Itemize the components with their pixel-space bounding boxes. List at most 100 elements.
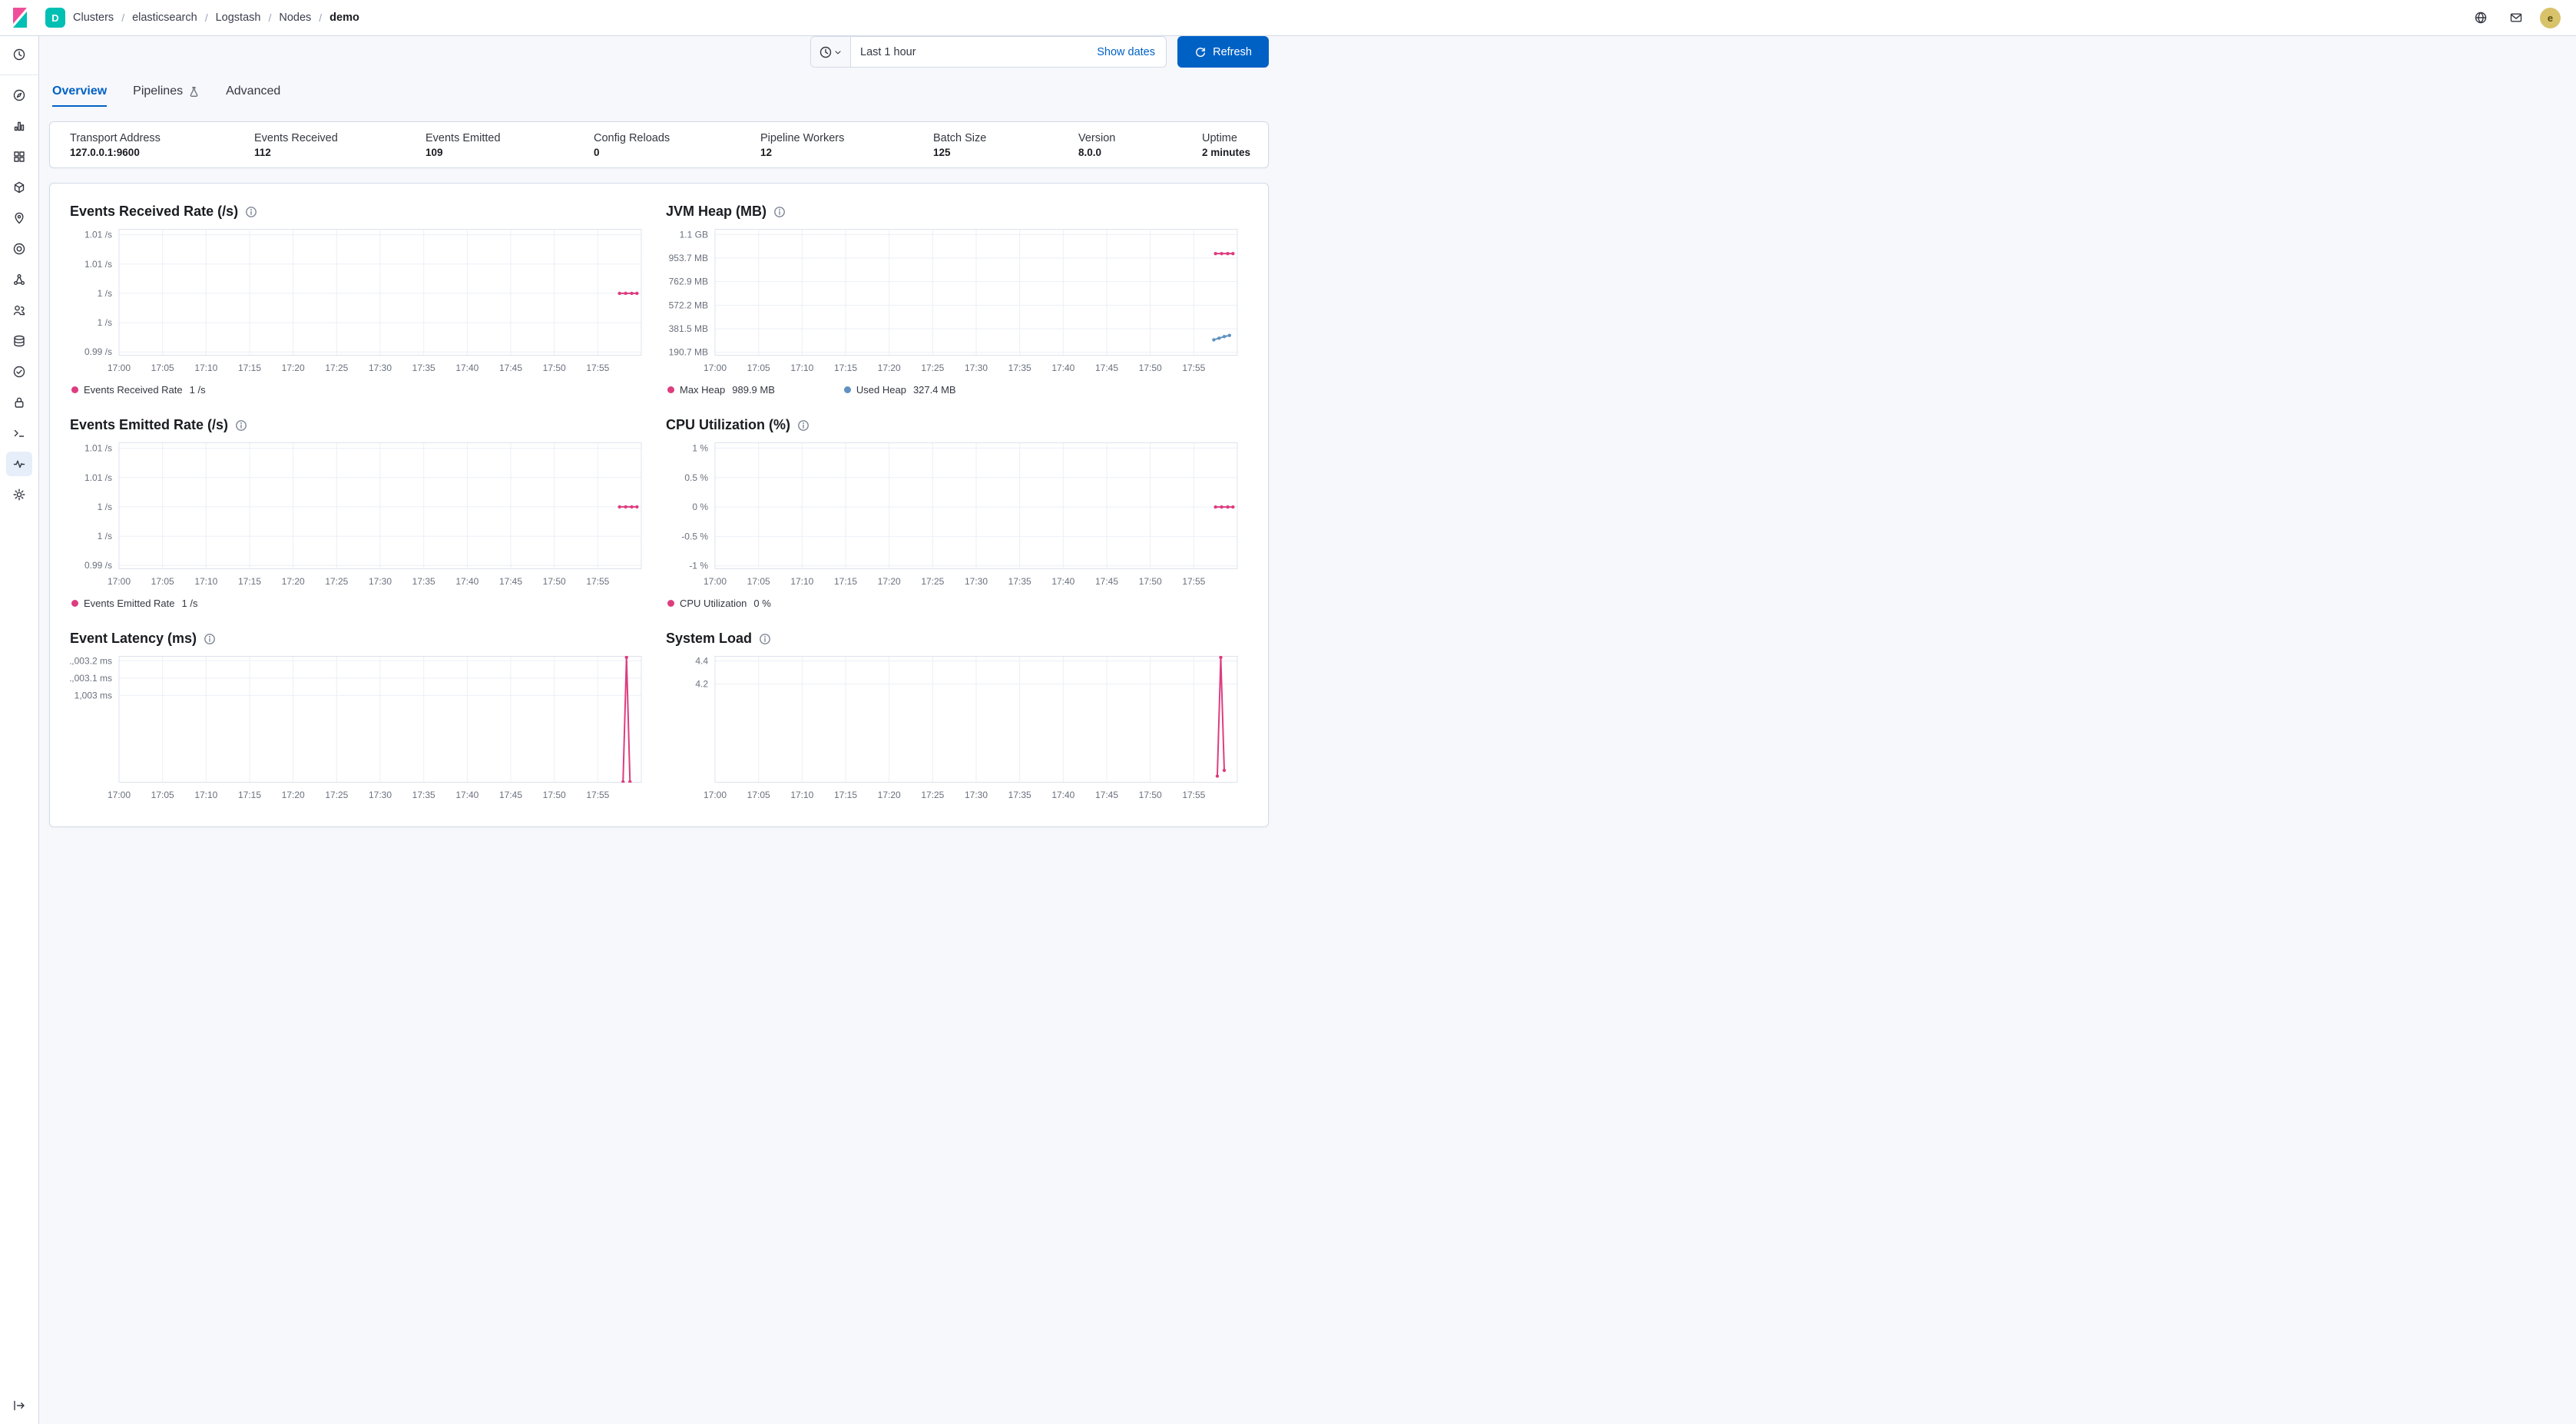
users-icon bbox=[13, 304, 25, 316]
stat-version: Version8.0.0 bbox=[1078, 132, 1202, 158]
svg-text:1 /s: 1 /s bbox=[98, 531, 112, 541]
sidebar-item-visualize-library[interactable] bbox=[6, 114, 32, 138]
sidebar-item-graph[interactable] bbox=[6, 267, 32, 292]
svg-text:17:55: 17:55 bbox=[1182, 363, 1205, 373]
stat-uptime: Uptime2 minutes bbox=[1202, 132, 1268, 158]
sidebar-item-machine-learning[interactable] bbox=[6, 237, 32, 261]
svg-text:17:20: 17:20 bbox=[282, 790, 305, 800]
chart-system-load: System Load17:0017:0517:1017:1517:2017:2… bbox=[666, 631, 1250, 806]
svg-text:17:10: 17:10 bbox=[790, 363, 813, 373]
info-icon[interactable] bbox=[773, 206, 786, 218]
svg-text:4.4: 4.4 bbox=[695, 656, 708, 666]
bar-chart-icon bbox=[13, 120, 25, 132]
svg-text:0 %: 0 % bbox=[692, 502, 708, 512]
chart-plot-event-latency: 17:0017:0517:1017:1517:2017:2517:3017:35… bbox=[70, 656, 654, 804]
svg-text:17:55: 17:55 bbox=[1182, 790, 1205, 800]
legend-dot-icon bbox=[71, 600, 78, 607]
legend-item-used-heap[interactable]: Used Heap327.4 MB bbox=[844, 384, 956, 396]
time-range-display[interactable]: Last 1 hour bbox=[851, 46, 1086, 58]
svg-text:1.1 GB: 1.1 GB bbox=[680, 229, 708, 240]
svg-text:17:20: 17:20 bbox=[878, 576, 901, 587]
info-icon[interactable] bbox=[245, 206, 257, 218]
quick-select-time-button[interactable] bbox=[811, 37, 851, 67]
sidebar-item-collapse-menu[interactable] bbox=[6, 1393, 32, 1418]
svg-text:17:40: 17:40 bbox=[455, 790, 478, 800]
sidebar-item-security[interactable] bbox=[6, 390, 32, 415]
user-avatar[interactable]: e bbox=[2540, 8, 2561, 28]
info-icon[interactable] bbox=[204, 633, 216, 645]
show-dates-button[interactable]: Show dates bbox=[1086, 46, 1166, 58]
svg-text:17:20: 17:20 bbox=[878, 363, 901, 373]
svg-text:17:50: 17:50 bbox=[1139, 790, 1162, 800]
legend-item-events-received-rate[interactable]: Events Received Rate1 /s bbox=[71, 384, 206, 396]
sidebar-item-dev-tools[interactable] bbox=[6, 421, 32, 445]
svg-text:17:15: 17:15 bbox=[238, 576, 261, 587]
svg-text:1,003 ms: 1,003 ms bbox=[74, 690, 112, 700]
svg-text:17:10: 17:10 bbox=[790, 576, 813, 587]
info-icon[interactable] bbox=[759, 633, 771, 645]
stat-label: Events Received bbox=[254, 132, 425, 144]
svg-text:17:10: 17:10 bbox=[194, 790, 217, 800]
refresh-icon bbox=[1194, 46, 1207, 58]
svg-text:17:05: 17:05 bbox=[747, 790, 770, 800]
stat-label: Pipeline Workers bbox=[760, 132, 933, 144]
svg-text:17:55: 17:55 bbox=[586, 576, 609, 587]
tab-advanced[interactable]: Advanced bbox=[226, 84, 280, 107]
legend-item-events-emitted-rate[interactable]: Events Emitted Rate1 /s bbox=[71, 598, 197, 609]
sidebar-item-dashboard[interactable] bbox=[6, 144, 32, 169]
info-icon[interactable] bbox=[235, 419, 247, 432]
help-globe-icon[interactable] bbox=[2469, 6, 2492, 29]
sidebar-item-stack-monitoring[interactable] bbox=[6, 452, 32, 476]
refresh-button[interactable]: Refresh bbox=[1177, 36, 1269, 68]
chart-legend: CPU Utilization0 % bbox=[667, 598, 1250, 609]
stat-value: 109 bbox=[425, 147, 594, 158]
space-badge[interactable]: D bbox=[45, 8, 65, 28]
svg-text:17:15: 17:15 bbox=[834, 576, 857, 587]
chart-legend: Max Heap989.9 MB Used Heap327.4 MB bbox=[667, 384, 1250, 396]
svg-text:17:25: 17:25 bbox=[921, 363, 944, 373]
grid-icon bbox=[13, 151, 25, 163]
svg-text:-1 %: -1 % bbox=[689, 561, 708, 571]
svg-text:1 %: 1 % bbox=[692, 442, 708, 453]
svg-text:17:20: 17:20 bbox=[282, 363, 305, 373]
chart-plot-system-load: 17:0017:0517:1017:1517:2017:2517:3017:35… bbox=[666, 656, 1250, 804]
svg-text:17:15: 17:15 bbox=[834, 363, 857, 373]
stat-label: Version bbox=[1078, 132, 1202, 144]
legend-dot-icon bbox=[71, 386, 78, 393]
svg-text:572.2 MB: 572.2 MB bbox=[669, 300, 708, 310]
chart-title-system-load: System Load bbox=[666, 631, 752, 647]
legend-item-max-heap[interactable]: Max Heap989.9 MB bbox=[667, 384, 775, 396]
breadcrumb-item-nodes[interactable]: Nodes bbox=[279, 12, 311, 24]
breadcrumb-item-logstash[interactable]: Logstash bbox=[216, 12, 261, 24]
stat-events-emitted: Events Emitted109 bbox=[425, 132, 594, 158]
info-icon[interactable] bbox=[797, 419, 810, 432]
sidebar-item-stack-management[interactable] bbox=[6, 482, 32, 507]
breadcrumb-item-clusters[interactable]: Clusters bbox=[73, 12, 114, 24]
tab-pipelines[interactable]: Pipelines bbox=[133, 84, 200, 107]
sidebar-item-maps[interactable] bbox=[6, 206, 32, 230]
tab-overview[interactable]: Overview bbox=[52, 84, 107, 107]
svg-text:17:40: 17:40 bbox=[455, 576, 478, 587]
legend-item-cpu-utilization[interactable]: CPU Utilization0 % bbox=[667, 598, 771, 609]
sidebar-item-discover[interactable] bbox=[6, 83, 32, 108]
svg-text:17:45: 17:45 bbox=[499, 790, 522, 800]
legend-label: Used Heap bbox=[856, 384, 906, 396]
svg-text:17:10: 17:10 bbox=[194, 363, 217, 373]
svg-text:17:35: 17:35 bbox=[1008, 790, 1031, 800]
svg-text:17:00: 17:00 bbox=[108, 790, 131, 800]
sidebar-item-index-management[interactable] bbox=[6, 329, 32, 353]
svg-text:17:00: 17:00 bbox=[704, 790, 727, 800]
sidebar-item-recently-viewed[interactable] bbox=[6, 42, 32, 67]
sidebar-item-canvas[interactable] bbox=[6, 175, 32, 200]
svg-text:1 /s: 1 /s bbox=[98, 288, 112, 299]
svg-text:17:20: 17:20 bbox=[878, 790, 901, 800]
sidebar-item-uptime[interactable] bbox=[6, 359, 32, 384]
kibana-logo[interactable] bbox=[0, 0, 39, 35]
breadcrumb-item-elasticsearch[interactable]: elasticsearch bbox=[132, 12, 197, 24]
sidebar-item-users-roles[interactable] bbox=[6, 298, 32, 323]
svg-text:17:10: 17:10 bbox=[790, 790, 813, 800]
stat-value: 127.0.0.1:9600 bbox=[70, 147, 254, 158]
newsfeed-mail-icon[interactable] bbox=[2505, 6, 2528, 29]
svg-text:17:00: 17:00 bbox=[704, 576, 727, 587]
chart-legend: Events Received Rate1 /s bbox=[71, 384, 654, 396]
